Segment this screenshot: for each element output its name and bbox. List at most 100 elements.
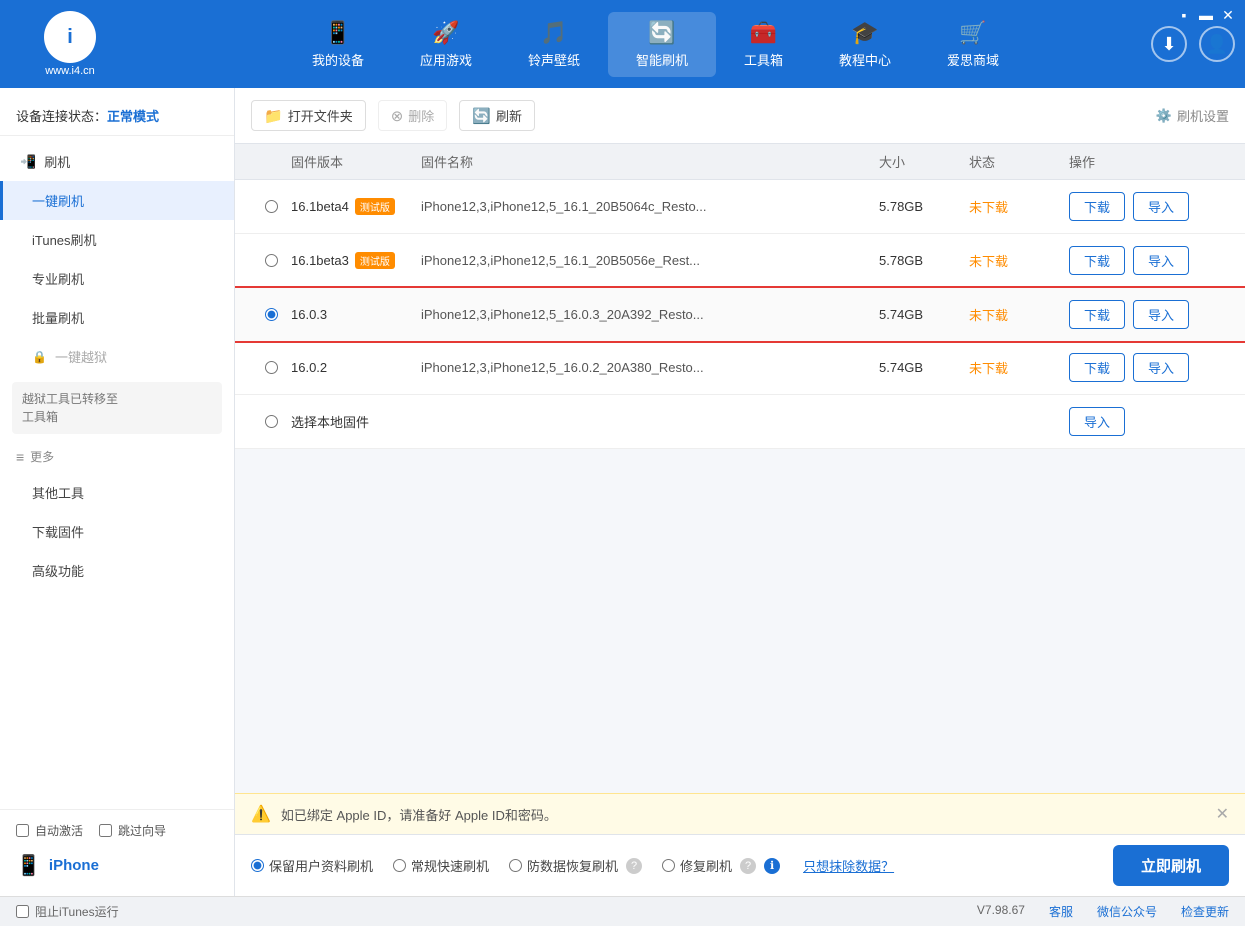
erase-data-link[interactable]: 只想抹除数据？ [803,856,894,875]
row-1-radio[interactable] [265,200,278,213]
row-5-actions: 导入 [1069,407,1229,436]
notice-warning-icon: ⚠️ [251,804,271,824]
sidebar-item-batch-flash[interactable]: 批量刷机 [0,298,234,337]
row-3-import-button[interactable]: 导入 [1133,300,1189,329]
keep-data-radio[interactable] [251,859,264,872]
quick-flash-radio[interactable] [393,859,406,872]
row-4-radio[interactable] [265,361,278,374]
content-area: 📁 打开文件夹 ⊗ 删除 🔄 刷新 ⚙️ 刷机设置 固件版本 固件名称 大小 [235,88,1245,896]
row-3-radio-col[interactable] [251,308,291,321]
row-5-radio[interactable] [265,415,278,428]
close-icon[interactable]: ✕ [1221,8,1235,22]
row-1-download-button[interactable]: 下载 [1069,192,1125,221]
row-5-radio-col[interactable] [251,415,291,428]
option-recovery[interactable]: 防数据恢复刷机 ? [509,856,642,875]
maximize-icon[interactable]: ▬ [1199,8,1213,22]
store-icon: 🛒 [959,20,986,46]
row-3-filename: iPhone12,3,iPhone12,5_16.0.3_20A392_Rest… [421,307,879,322]
beta-badge: 测试版 [355,198,395,215]
nav-smart-flash[interactable]: 🔄 智能刷机 [608,12,716,77]
recovery-radio[interactable] [509,859,522,872]
folder-icon: 📁 [264,107,283,125]
row-2-download-button[interactable]: 下载 [1069,246,1125,275]
device-indicator: 📱 iPhone [16,847,218,884]
table-row: 16.0.2 iPhone12,3,iPhone12,5_16.0.2_20A3… [235,341,1245,395]
nav-ringtones-label: 铃声壁纸 [528,50,580,69]
option-repair[interactable]: 修复刷机 ? ℹ [662,856,780,875]
block-itunes-label[interactable]: 阻止iTunes运行 [35,903,119,920]
bottom-section: ⚠️ 如已绑定 Apple ID，请准备好 Apple ID和密码。 ✕ 保留用… [235,793,1245,896]
row-4-radio-col[interactable] [251,361,291,374]
refresh-label: 刷新 [496,106,522,125]
col-version-header: 固件版本 [291,152,421,171]
row-3-status: 未下载 [969,305,1069,324]
nav-my-device[interactable]: 📱 我的设备 [284,12,392,77]
option-keep-data[interactable]: 保留用户资料刷机 [251,856,373,875]
status-bar: 阻止iTunes运行 V7.98.67 客服 微信公众号 检查更新 [0,896,1245,926]
settings-button[interactable]: ⚙️ 刷机设置 [1156,106,1229,125]
repair-info-icon[interactable]: ℹ [764,858,780,874]
sidebar-advanced-label: 高级功能 [32,561,84,580]
sidebar-batch-flash-label: 批量刷机 [32,308,84,327]
status-bar-right: V7.98.67 客服 微信公众号 检查更新 [977,903,1229,920]
row-2-radio-col[interactable] [251,254,291,267]
sidebar-item-other-tools[interactable]: 其他工具 [0,473,234,512]
row-4-size: 5.74GB [879,360,969,375]
sidebar-item-advanced[interactable]: 高级功能 [0,551,234,590]
row-2-radio[interactable] [265,254,278,267]
nav-apps-games[interactable]: 🚀 应用游戏 [392,12,500,77]
col-size-header: 大小 [879,152,969,171]
nav-store[interactable]: 🛒 爱思商域 [919,12,1027,77]
row-5-import-button[interactable]: 导入 [1069,407,1125,436]
row-1-version: 16.1beta4 测试版 [291,198,421,215]
sidebar-one-click-flash-label: 一键刷机 [32,191,84,210]
nav-tutorials[interactable]: 🎓 教程中心 [811,12,919,77]
row-3-radio[interactable] [265,308,278,321]
repair-radio[interactable] [662,859,675,872]
refresh-button[interactable]: 🔄 刷新 [459,100,535,131]
repair-help-icon[interactable]: ? [740,858,756,874]
sidebar: 设备连接状态：正常模式 📲 刷机 一键刷机 iTunes刷机 专业刷机 批量刷机… [0,88,235,896]
row-1-status: 未下载 [969,197,1069,216]
sidebar-pro-flash-label: 专业刷机 [32,269,84,288]
recovery-help-icon[interactable]: ? [626,858,642,874]
row-2-status: 未下载 [969,251,1069,270]
check-update-link[interactable]: 检查更新 [1181,903,1229,920]
nav-smart-flash-label: 智能刷机 [636,50,688,69]
row-3-download-button[interactable]: 下载 [1069,300,1125,329]
user-button[interactable]: 👤 [1199,26,1235,62]
option-quick-flash[interactable]: 常规快速刷机 [393,856,489,875]
firmware-table: 16.1beta4 测试版 iPhone12,3,iPhone12,5_16.1… [235,180,1245,793]
skip-wizard-checkbox[interactable] [99,824,112,837]
row-4-import-button[interactable]: 导入 [1133,353,1189,382]
sidebar-item-flash[interactable]: 📲 刷机 [0,142,234,181]
delete-icon: ⊗ [391,107,404,125]
row-2-import-button[interactable]: 导入 [1133,246,1189,275]
flash-now-button[interactable]: 立即刷机 [1113,845,1229,886]
minimize-icon[interactable]: ▪ [1177,8,1191,22]
row-1-actions: 下载 导入 [1069,192,1229,221]
download-button[interactable]: ⬇ [1151,26,1187,62]
ringtones-icon: 🎵 [540,20,567,46]
row-1-radio-col[interactable] [251,200,291,213]
settings-label: 刷机设置 [1177,106,1229,125]
auto-activate-label[interactable]: 自动激活 [35,822,83,839]
open-folder-button[interactable]: 📁 打开文件夹 [251,100,366,131]
table-row: 16.1beta4 测试版 iPhone12,3,iPhone12,5_16.1… [235,180,1245,234]
skip-wizard-label[interactable]: 跳过向导 [118,822,166,839]
customer-service-link[interactable]: 客服 [1049,903,1073,920]
wechat-link[interactable]: 微信公众号 [1097,903,1157,920]
delete-button[interactable]: ⊗ 删除 [378,100,448,131]
sidebar-item-one-click-flash[interactable]: 一键刷机 [0,181,234,220]
block-itunes-checkbox[interactable] [16,905,29,918]
notice-close-button[interactable]: ✕ [1216,804,1229,824]
auto-activate-checkbox[interactable] [16,824,29,837]
sidebar-item-itunes-flash[interactable]: iTunes刷机 [0,220,234,259]
sidebar-item-download-firmware[interactable]: 下载固件 [0,512,234,551]
sidebar-jailbreak-label: 一键越狱 [55,347,107,366]
row-1-import-button[interactable]: 导入 [1133,192,1189,221]
row-4-download-button[interactable]: 下载 [1069,353,1125,382]
nav-toolbox[interactable]: 🧰 工具箱 [716,12,811,77]
sidebar-item-pro-flash[interactable]: 专业刷机 [0,259,234,298]
nav-ringtones[interactable]: 🎵 铃声壁纸 [500,12,608,77]
